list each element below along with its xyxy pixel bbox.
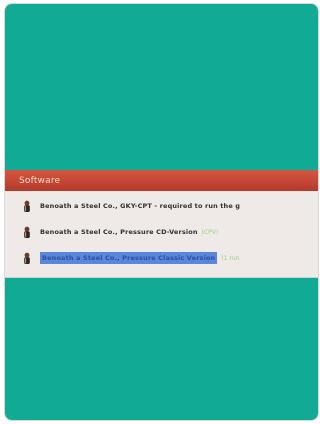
package-list: Benoath a Steel Co., GKY-CPT - required … [5,193,318,271]
screen-frame: Software Benoath a Steel Co., GKY-CPT - … [5,4,318,420]
list-item-extra: (1 run [221,254,240,262]
list-item-label: Benoath a Steel Co., GKY-CPT - required … [40,202,241,210]
list-item-label: Benoath a Steel Co., Pressure Classic Ve… [40,252,218,264]
package-list-panel: Software Benoath a Steel Co., GKY-CPT - … [5,170,318,278]
list-item-gkycpt[interactable]: Benoath a Steel Co., GKY-CPT - required … [5,193,318,219]
panel-header: Software [5,171,318,191]
package-icon [23,200,31,213]
list-item-extra: (CPV) [201,228,219,236]
list-item-label: Benoath a Steel Co., Pressure CD-Version [40,228,198,236]
list-item-classic-version[interactable]: Benoath a Steel Co., Pressure Classic Ve… [5,245,318,271]
package-icon [23,226,31,239]
list-item-cd-version[interactable]: Benoath a Steel Co., Pressure CD-Version… [5,219,318,245]
package-icon [23,252,31,265]
